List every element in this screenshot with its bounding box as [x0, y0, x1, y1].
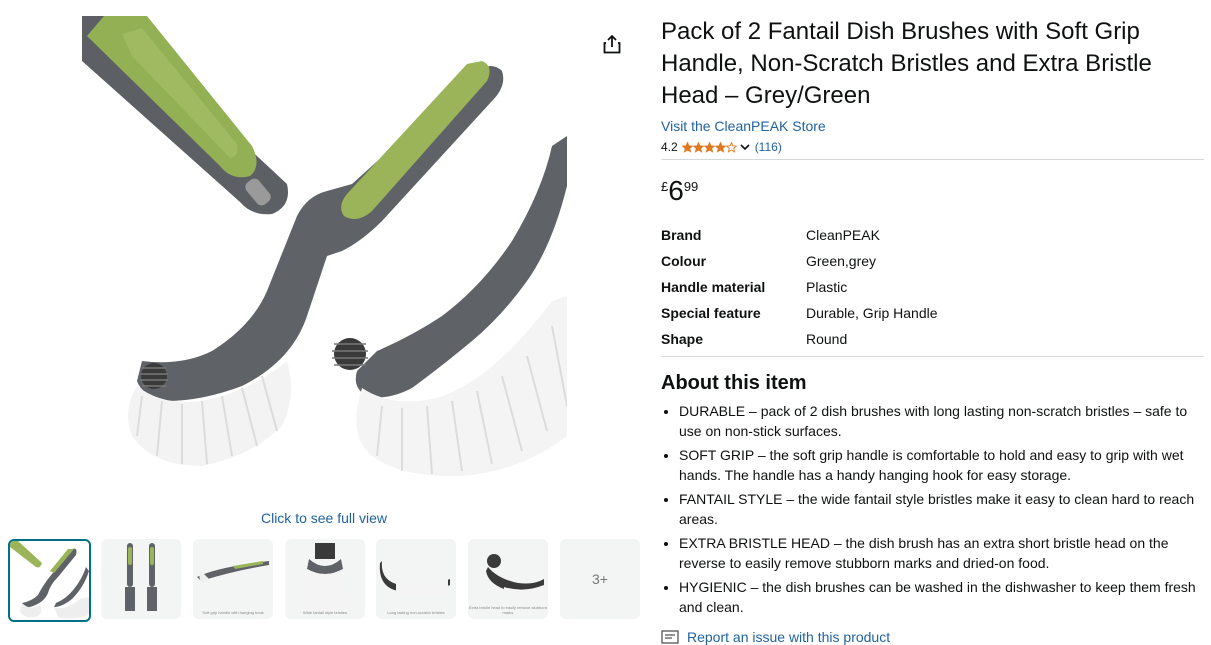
thumbnail-caption: Soft grip handle with hanging hook	[202, 610, 264, 615]
spec-key: Handle material	[661, 279, 766, 295]
about-bullets: DURABLE – pack of 2 dish brushes with lo…	[661, 401, 1204, 617]
about-bullet: HYGIENIC – the dish brushes can be washe…	[679, 577, 1204, 617]
full-view-link[interactable]: Click to see full view	[180, 510, 468, 526]
star-icon	[703, 141, 715, 153]
rating-row: 4.2 (116)	[661, 138, 1204, 156]
report-icon	[661, 630, 679, 644]
spec-row: Special feature Durable, Grip Handle	[661, 300, 938, 326]
product-specs-table: Brand CleanPEAK Colour Green,grey Handle…	[661, 222, 938, 352]
thumbnail-6[interactable]: Extra bristle head to easily remove stub…	[468, 539, 548, 619]
divider	[661, 159, 1204, 160]
report-issue-link[interactable]: Report an issue with this product	[661, 629, 890, 645]
about-bullet: DURABLE – pack of 2 dish brushes with lo…	[679, 401, 1204, 441]
spec-key: Colour	[661, 253, 707, 269]
product-title: Pack of 2 Fantail Dish Brushes with Soft…	[661, 18, 1152, 109]
main-product-image[interactable]	[82, 16, 567, 501]
thumbnail-more[interactable]: 3+	[560, 539, 640, 619]
spec-row: Colour Green,grey	[661, 248, 938, 274]
thumbnail-4[interactable]: Wide fantail style bristles	[285, 539, 365, 619]
rating-number: 4.2	[661, 140, 678, 154]
divider	[661, 356, 1204, 357]
spec-value: Plastic	[806, 279, 848, 295]
star-icon	[692, 141, 704, 153]
price-whole: 6	[668, 175, 684, 206]
spec-row: Brand CleanPEAK	[661, 222, 938, 248]
price-fraction: 99	[683, 179, 699, 194]
spec-value: Durable, Grip Handle	[806, 305, 938, 321]
share-button[interactable]	[600, 32, 624, 56]
star-icon	[714, 141, 726, 153]
about-heading: About this item	[661, 372, 807, 394]
thumbnail-5[interactable]: Long lasting non-scratch bristles	[376, 539, 456, 619]
thumbnail-caption: Extra bristle head to easily remove stub…	[468, 605, 548, 615]
more-images-label: 3+	[592, 571, 608, 587]
store-link[interactable]: Visit the CleanPEAK Store	[661, 116, 1204, 136]
about-bullet: EXTRA BRISTLE HEAD – the dish brush has …	[679, 533, 1204, 573]
star-icon	[725, 141, 737, 153]
report-issue-label: Report an issue with this product	[687, 629, 891, 645]
star-rating[interactable]	[681, 141, 737, 153]
spec-row: Handle material Plastic	[661, 274, 938, 300]
about-bullet: FANTAIL STYLE – the wide fantail style b…	[679, 489, 1204, 529]
thumbnail-2[interactable]	[101, 539, 181, 619]
spec-key: Special feature	[661, 305, 761, 321]
star-icon	[681, 141, 693, 153]
thumbnail-caption: Wide fantail style bristles	[302, 610, 347, 615]
spec-row: Shape Round	[661, 326, 938, 352]
spec-value: Round	[806, 331, 848, 347]
chevron-down-icon[interactable]	[739, 141, 751, 153]
thumbnail-1[interactable]	[8, 539, 91, 622]
spec-key: Shape	[661, 331, 704, 347]
spec-value: Green,grey	[806, 253, 877, 269]
price: £ 6 99	[661, 176, 1204, 206]
product-info: Pack of 2 Fantail Dish Brushes with Soft…	[661, 16, 1204, 621]
thumbnail-caption: Long lasting non-scratch bristles	[387, 610, 445, 615]
thumbnail-3[interactable]: Soft grip handle with hanging hook	[193, 539, 273, 619]
about-bullet: SOFT GRIP – the soft grip handle is comf…	[679, 445, 1204, 485]
share-icon	[603, 35, 621, 54]
spec-value: CleanPEAK	[806, 227, 880, 243]
rating-count-link[interactable]: (116)	[755, 140, 782, 154]
price-symbol: £	[661, 179, 669, 194]
spec-key: Brand	[661, 227, 702, 243]
brush-handle-top	[82, 16, 288, 215]
